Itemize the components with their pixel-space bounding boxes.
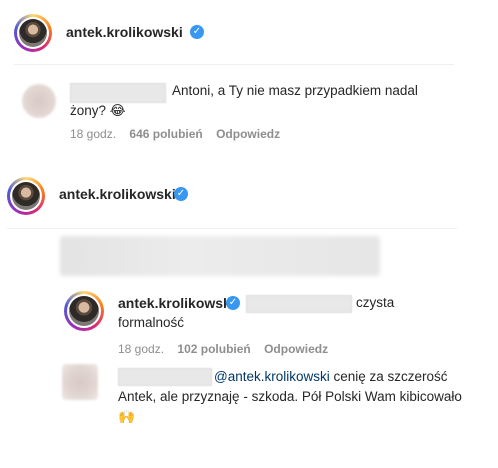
post-author-username[interactable]: antek.krolikowski xyxy=(59,186,176,202)
comment-likes[interactable]: 646 polubień xyxy=(129,127,202,141)
reply-text: czysta formalność xyxy=(118,295,395,330)
reply-likes[interactable]: 102 polubień xyxy=(177,342,250,356)
reply-time[interactable]: 18 godz. xyxy=(118,342,164,356)
mention-link[interactable]: @antek.krolikowski xyxy=(214,369,330,384)
reply-button[interactable]: Odpowiedz xyxy=(216,127,280,141)
reply-text: @antek.krolikowski cenię za szczerość An… xyxy=(118,369,462,425)
avatar[interactable] xyxy=(14,14,52,52)
divider xyxy=(14,64,454,65)
divider xyxy=(7,228,457,229)
comment-time[interactable]: 18 godz. xyxy=(70,127,116,141)
raising-hands-emoji-icon: 🙌 xyxy=(118,409,135,425)
laughing-emoji-icon: 😂 xyxy=(109,103,126,119)
redacted-comment xyxy=(60,236,380,276)
commenter-avatar[interactable] xyxy=(22,84,56,118)
reply-button[interactable]: Odpowiedz xyxy=(264,342,328,356)
verified-badge-icon: ✓ xyxy=(190,25,204,39)
commenter-avatar[interactable] xyxy=(62,364,98,400)
verified-badge-icon: ✓ xyxy=(174,187,188,201)
post-author-username[interactable]: antek.krolikowski xyxy=(66,24,183,40)
comment-text: Antoni, a Ty nie masz przypadkiem nadal … xyxy=(70,83,418,119)
avatar[interactable] xyxy=(7,177,45,215)
avatar[interactable] xyxy=(64,291,104,331)
comment-meta: 18 godz. 646 polubień Odpowiedz xyxy=(70,127,280,141)
reply-meta: 18 godz. 102 polubień Odpowiedz xyxy=(118,342,328,356)
